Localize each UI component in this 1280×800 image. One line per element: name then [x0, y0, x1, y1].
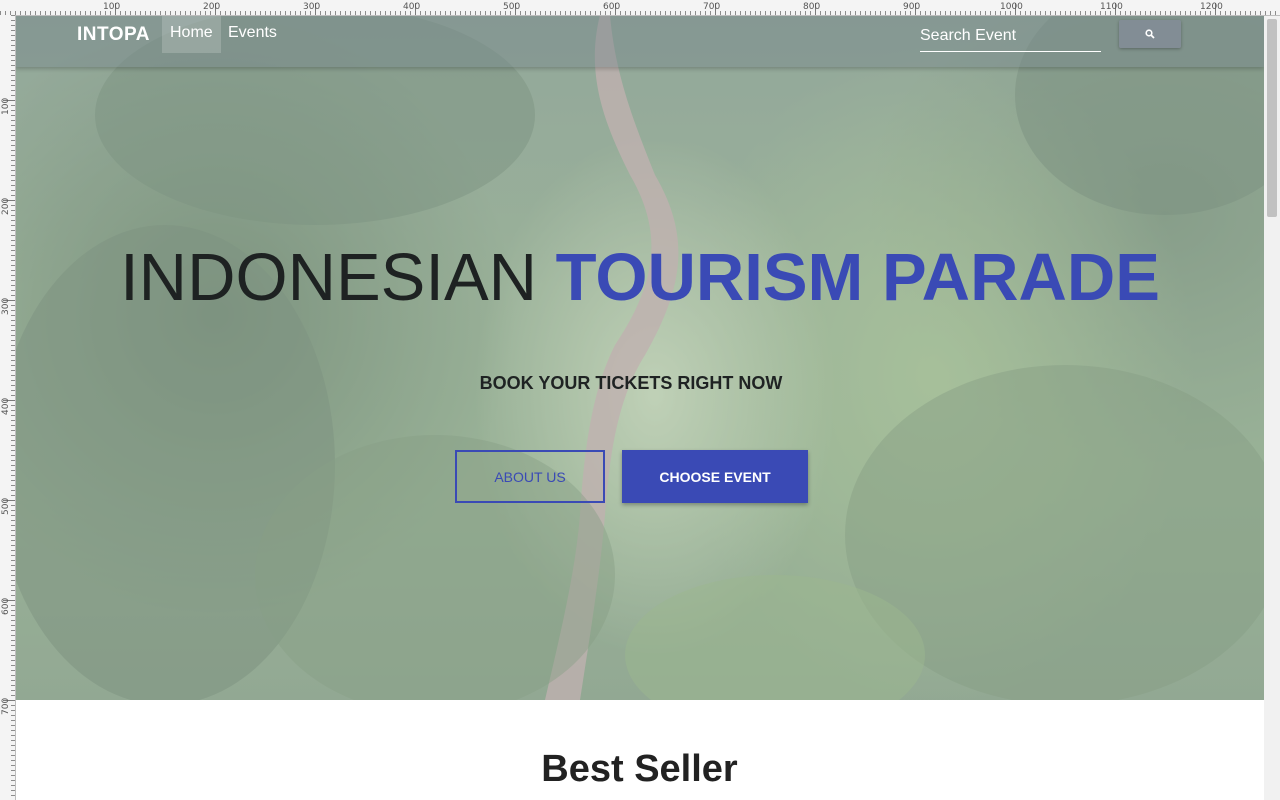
- page-scrollbar[interactable]: [1264, 15, 1280, 800]
- nav-link-events[interactable]: Events: [220, 15, 285, 53]
- hero-subtitle: BOOK YOUR TICKETS RIGHT NOW: [479, 373, 783, 393]
- search-input[interactable]: [920, 21, 1101, 52]
- ruler-label: 1100: [1100, 2, 1123, 12]
- search-icon: [1145, 29, 1155, 39]
- ruler-label: 600: [1, 597, 11, 615]
- horizontal-ruler: 100 200 300 400 500 600 700 800 900 1000…: [0, 0, 1280, 16]
- top-navbar: INTOPA Home Events: [15, 15, 1264, 67]
- ruler-label: 200: [1, 197, 11, 215]
- hero-banner: [15, 15, 1264, 700]
- nav-link-home[interactable]: Home: [162, 15, 221, 53]
- ruler-label: 100: [103, 2, 121, 12]
- about-us-button[interactable]: ABOUT US: [455, 450, 605, 503]
- ruler-label: 400: [1, 397, 11, 415]
- ruler-label: 700: [1, 697, 11, 715]
- ruler-label: 900: [903, 2, 921, 12]
- ruler-label: 700: [703, 2, 721, 12]
- ruler-label: 500: [503, 2, 521, 12]
- ruler-label: 800: [803, 2, 821, 12]
- hero-title-light: INDONESIAN: [120, 240, 556, 315]
- best-seller-heading: Best Seller: [541, 748, 738, 790]
- ruler-label: 300: [303, 2, 321, 12]
- scrollbar-thumb[interactable]: [1267, 19, 1277, 217]
- ruler-label: 200: [203, 2, 221, 12]
- ruler-label: 400: [403, 2, 421, 12]
- search-button[interactable]: [1119, 20, 1181, 48]
- ruler-label: 1000: [1000, 2, 1023, 12]
- choose-event-button[interactable]: CHOOSE EVENT: [622, 450, 808, 503]
- brand-logo[interactable]: INTOPA: [77, 24, 150, 46]
- hero-title: INDONESIAN TOURISM PARADE: [0, 238, 1280, 318]
- ruler-label: 500: [1, 497, 11, 515]
- ruler-label: 1200: [1200, 2, 1223, 12]
- ruler-label: 100: [1, 97, 11, 115]
- ruler-label: 300: [1, 297, 11, 315]
- hero-overlay: [15, 15, 1264, 700]
- ruler-label: 600: [603, 2, 621, 12]
- vertical-ruler: 100 200 300 400 500 600 700: [0, 15, 16, 800]
- hero-title-strong: TOURISM PARADE: [555, 240, 1160, 315]
